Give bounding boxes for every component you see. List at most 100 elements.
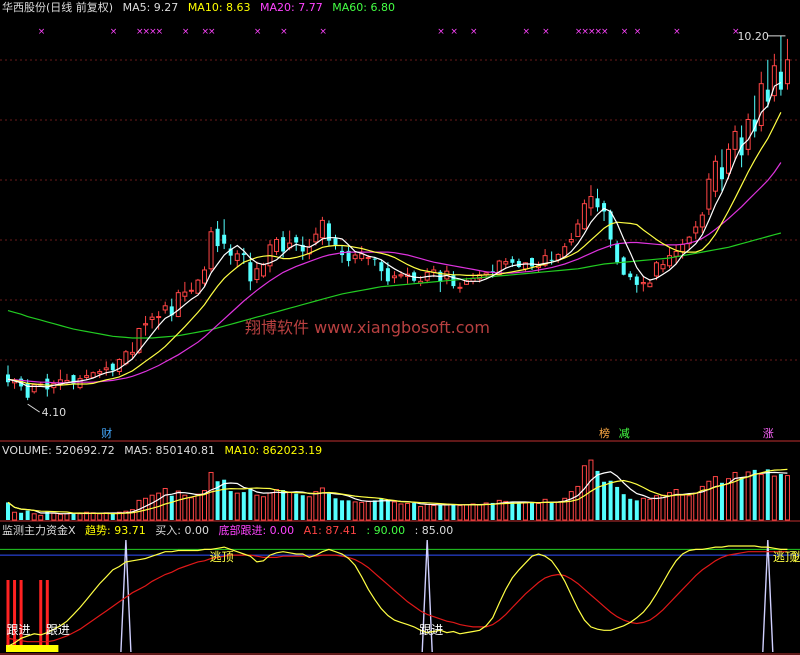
- candle-body: [510, 259, 515, 263]
- volume-bar: [418, 506, 424, 521]
- volume-bar: [359, 501, 365, 521]
- top-marker: ×: [522, 27, 530, 37]
- top-marker: ×: [254, 27, 262, 37]
- volume-bar: [522, 502, 528, 521]
- candle-body: [143, 323, 149, 326]
- candle-body: [45, 378, 50, 390]
- candle-body: [640, 282, 646, 285]
- ma10-line: [7, 112, 782, 386]
- signal-spike: [120, 539, 132, 653]
- volume-bar: [628, 498, 633, 520]
- volume-bar: [595, 470, 600, 520]
- candle-body: [745, 119, 751, 150]
- volume-bar: [398, 503, 404, 521]
- volume-bar: [739, 477, 744, 520]
- signal-label: 逃顶: [210, 550, 234, 564]
- candle-body: [156, 316, 162, 319]
- volume-bar: [352, 501, 358, 521]
- candle-body: [699, 214, 705, 228]
- candle-body: [182, 291, 188, 297]
- top-marker: ×: [437, 27, 445, 37]
- volume-bar: [175, 490, 181, 521]
- candle-body: [581, 203, 587, 230]
- top-marker: ×: [280, 27, 288, 37]
- signal-label: 跟进: [419, 623, 443, 637]
- volume-bar: [281, 490, 286, 520]
- volume-bar: [372, 500, 377, 520]
- volume-bar: [248, 488, 253, 520]
- volume-bar: [306, 496, 312, 521]
- volume-bar: [405, 502, 411, 521]
- low-price-pointer: [27, 403, 40, 413]
- candle-body: [693, 226, 699, 234]
- candle-body: [365, 256, 371, 259]
- volume-bar: [765, 469, 770, 520]
- signal-label: 逃顶: [793, 550, 800, 564]
- candle-body: [391, 275, 397, 279]
- candle-body: [6, 374, 10, 383]
- alert-bar: [6, 580, 10, 652]
- low-price-label: 4.10: [42, 406, 67, 419]
- volume-bar: [195, 493, 201, 521]
- volume-bar: [745, 471, 751, 521]
- candle-body: [457, 286, 463, 289]
- top-marker: ×: [319, 27, 327, 37]
- candle-body: [595, 198, 600, 208]
- volume-bar: [412, 502, 417, 520]
- candle-body: [274, 239, 280, 252]
- volume-bar: [706, 480, 712, 521]
- volume-bar: [326, 493, 331, 520]
- volume-bar: [719, 482, 724, 520]
- volume-bar: [274, 489, 280, 521]
- volume-bar: [188, 497, 194, 521]
- top-marker: ×: [110, 27, 118, 37]
- stock-chart: 10.204.10× × × × × × × × × × × × × × × × × × × × × × × × × ×财榜减涨跟…: [0, 27, 800, 655]
- candle-body: [712, 160, 718, 192]
- top-marker: ×: [182, 27, 190, 37]
- volume-bar: [444, 503, 450, 521]
- candle-body: [110, 363, 115, 371]
- volume-bar: [575, 485, 581, 521]
- candle-body: [621, 257, 626, 275]
- volume-bar: [234, 492, 240, 521]
- signal-label: 跟进: [46, 623, 70, 637]
- signal-label: 跟进: [7, 623, 31, 637]
- volume-bar: [254, 494, 260, 521]
- follow-bar: [6, 645, 59, 652]
- candle-body: [784, 59, 790, 85]
- event-label: 减: [619, 427, 630, 440]
- candle-body: [31, 384, 37, 393]
- event-label: 榜: [599, 426, 610, 440]
- candle-body: [281, 237, 286, 252]
- volume-bar: [640, 497, 646, 521]
- volume-bar: [346, 500, 351, 520]
- volume-bar: [712, 476, 718, 521]
- candle-body: [732, 130, 738, 150]
- volume-bar: [457, 505, 463, 521]
- volume-bar: [516, 503, 521, 520]
- volume-bar: [294, 493, 299, 520]
- volume-bar: [222, 479, 227, 520]
- candle-body: [568, 239, 574, 243]
- candle-body: [313, 233, 319, 243]
- candle-body: [647, 282, 653, 288]
- volume-bar: [31, 513, 37, 521]
- candle-body: [175, 292, 181, 318]
- volume-bar: [503, 500, 509, 521]
- candle-body: [294, 237, 299, 243]
- volume-bar: [621, 494, 626, 520]
- candle-body: [758, 83, 764, 126]
- candle-body: [575, 223, 581, 238]
- volume-bar: [365, 500, 371, 521]
- volume-bar: [536, 502, 542, 521]
- candle-body: [208, 231, 214, 270]
- candle-body: [372, 258, 377, 260]
- candle-body: [84, 375, 90, 378]
- volume-bar: [752, 469, 757, 520]
- candle-body: [530, 258, 534, 267]
- volume-bar: [555, 501, 561, 521]
- volume-bar: [470, 503, 476, 521]
- volume-bar: [333, 498, 338, 520]
- top-marker: ×: [542, 27, 550, 37]
- candle-body: [653, 262, 659, 277]
